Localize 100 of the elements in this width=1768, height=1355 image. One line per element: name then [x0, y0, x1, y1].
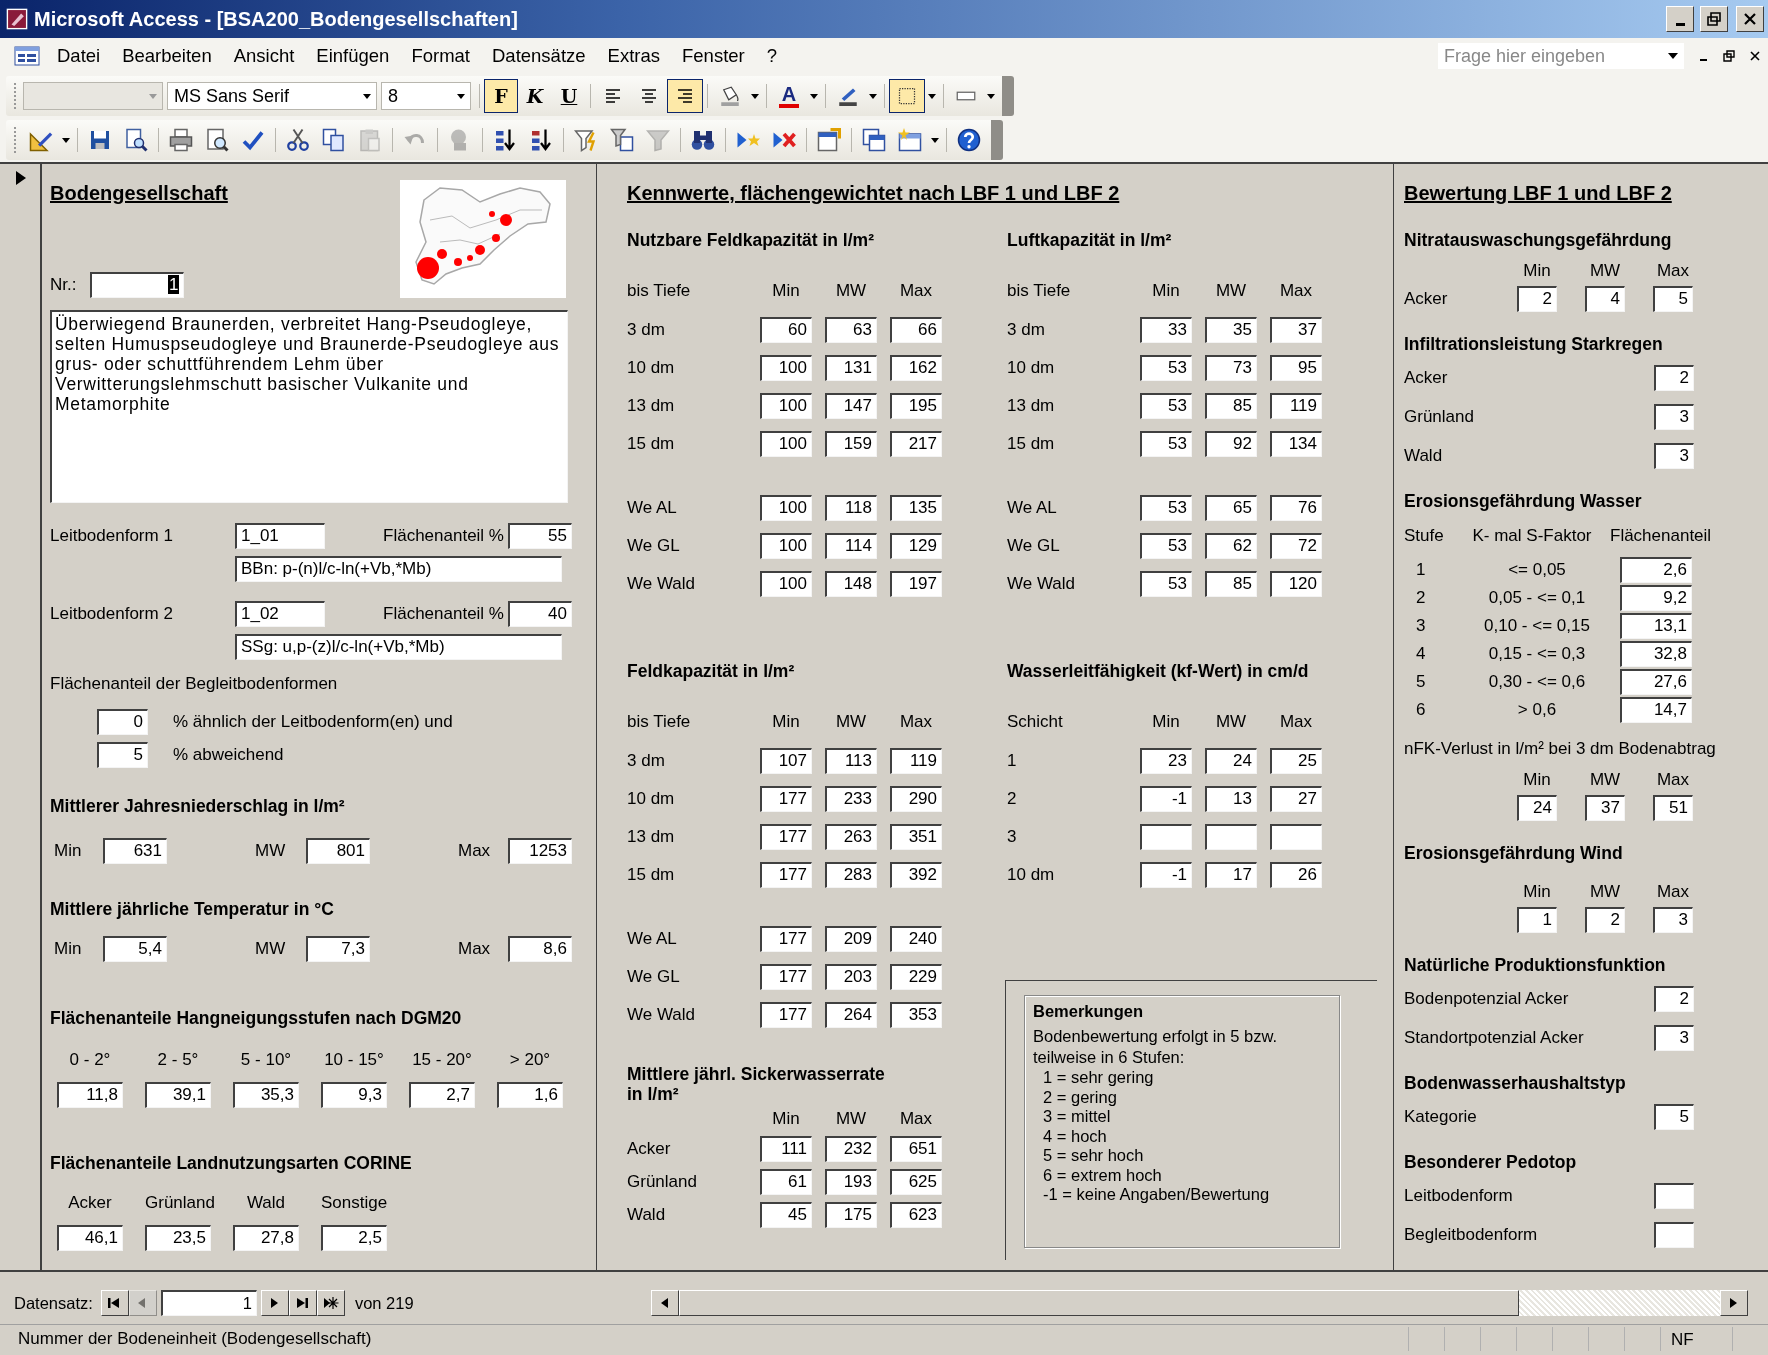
text-field[interactable]: 65	[1205, 495, 1257, 521]
text-field[interactable]: 2	[1517, 286, 1557, 312]
text-field[interactable]: 131	[825, 355, 877, 381]
text-field[interactable]: 119	[1270, 393, 1322, 419]
text-field[interactable]: 147	[825, 393, 877, 419]
last-record-button[interactable]	[288, 1290, 317, 1316]
menu-item[interactable]: Format	[400, 42, 481, 70]
next-record-button[interactable]	[260, 1290, 289, 1316]
horizontal-scrollbar[interactable]	[651, 1290, 1748, 1316]
text-field[interactable]: 46,1	[57, 1225, 123, 1251]
text-field[interactable]: 13,1	[1620, 613, 1692, 639]
first-record-button[interactable]	[100, 1290, 129, 1316]
text-field[interactable]: 73	[1205, 355, 1257, 381]
text-field[interactable]: 3	[1654, 1025, 1694, 1051]
restore-button[interactable]	[1700, 6, 1728, 32]
text-field[interactable]: 39,1	[145, 1082, 211, 1108]
text-field[interactable]: 2,7	[409, 1082, 475, 1108]
menu-item[interactable]: Datensätze	[481, 42, 597, 70]
text-field[interactable]: 119	[890, 748, 942, 774]
text-field[interactable]: -1	[1140, 862, 1192, 888]
text-field[interactable]: 240	[890, 926, 942, 952]
text-field[interactable]: 66	[890, 317, 942, 343]
new-record-button[interactable]	[316, 1290, 345, 1316]
text-field[interactable]: 1	[1517, 907, 1557, 933]
text-field[interactable]: 85	[1205, 393, 1257, 419]
text-field[interactable]: 3	[1653, 907, 1693, 933]
text-field[interactable]: 85	[1205, 571, 1257, 597]
text-field[interactable]: 23	[1140, 748, 1192, 774]
text-field[interactable]: 264	[825, 1002, 877, 1028]
help-search-field[interactable]: Frage hier eingeben	[1438, 43, 1684, 69]
text-field[interactable]: 60	[760, 317, 812, 343]
text-field[interactable]: 233	[825, 786, 877, 812]
text-field[interactable]: 353	[890, 1002, 942, 1028]
text-field[interactable]: 9,3	[321, 1082, 387, 1108]
text-field[interactable]: 195	[890, 393, 942, 419]
text-field[interactable]: 76	[1270, 495, 1322, 521]
text-field[interactable]: 72	[1270, 533, 1322, 559]
text-field[interactable]: SSg: u,p-(z)l/c-ln(+Vb,*Mb)	[235, 634, 562, 660]
minimize-button[interactable]	[1666, 6, 1694, 32]
menu-item[interactable]: Fenster	[671, 42, 756, 70]
text-field[interactable]: 1	[90, 272, 185, 298]
text-field[interactable]: 5	[1654, 1104, 1694, 1130]
text-field[interactable]: 11,8	[57, 1082, 123, 1108]
text-field[interactable]: 290	[890, 786, 942, 812]
text-field[interactable]: 23,5	[145, 1225, 211, 1251]
text-field[interactable]: 114	[825, 533, 877, 559]
text-field[interactable]	[1654, 1222, 1694, 1248]
text-field[interactable]	[1654, 1183, 1694, 1209]
text-field[interactable]: 3	[1654, 443, 1694, 469]
text-field[interactable]: 24	[1517, 795, 1557, 821]
toolbar-handle[interactable]	[14, 127, 17, 153]
text-field[interactable]: 625	[890, 1169, 942, 1195]
underline-button[interactable]: U	[552, 79, 586, 113]
text-field[interactable]: 135	[890, 495, 942, 521]
text-field[interactable]: 8,6	[508, 936, 572, 962]
text-field[interactable]: 53	[1140, 533, 1192, 559]
text-field[interactable]: 217	[890, 431, 942, 457]
text-field[interactable]: 177	[760, 926, 812, 952]
text-field[interactable]: 33	[1140, 317, 1192, 343]
text-field[interactable]: 351	[890, 824, 942, 850]
scroll-right-button[interactable]	[1720, 1290, 1748, 1316]
font-color-button[interactable]: A	[771, 79, 807, 113]
text-field[interactable]: 100	[760, 355, 812, 381]
text-field[interactable]: 100	[760, 533, 812, 559]
text-field[interactable]: 175	[825, 1202, 877, 1228]
text-field[interactable]: 5,4	[103, 936, 167, 962]
text-field[interactable]: 62	[1205, 533, 1257, 559]
text-field[interactable]: 1253	[508, 838, 572, 864]
description-field[interactable]: Überwiegend Braunerden, verbreitet Hang-Pseudogleye, selten Humuspseudogleye und Braunerde-Pseudogleye aus grus- oder schuttführendem Lehm über Verwitterungslehmschutt basischer Vulkanite und Metamorphite	[50, 310, 568, 503]
text-field[interactable]: 100	[760, 431, 812, 457]
text-field[interactable]: 129	[890, 533, 942, 559]
text-field[interactable]: 40	[508, 601, 572, 627]
italic-button[interactable]: K	[518, 79, 552, 113]
text-field[interactable]: 4	[1585, 286, 1625, 312]
text-field[interactable]: 24	[1205, 748, 1257, 774]
text-field[interactable]: 35	[1205, 317, 1257, 343]
text-field[interactable]: 53	[1140, 355, 1192, 381]
text-field[interactable]: 162	[890, 355, 942, 381]
menu-item[interactable]: Einfügen	[305, 42, 401, 70]
text-field[interactable]: 17	[1205, 862, 1257, 888]
text-field[interactable]: 27,8	[233, 1225, 299, 1251]
text-field[interactable]: 177	[760, 862, 812, 888]
form-icon[interactable]	[14, 46, 40, 66]
text-field[interactable]: 32,8	[1620, 641, 1692, 667]
scrollbar-thumb[interactable]	[679, 1290, 1519, 1316]
text-field[interactable]: 100	[760, 495, 812, 521]
text-field[interactable]: 392	[890, 862, 942, 888]
border-style-button[interactable]	[889, 79, 925, 113]
text-field[interactable]: 263	[825, 824, 877, 850]
text-field[interactable]: 0	[97, 709, 148, 735]
text-field[interactable]: 53	[1140, 431, 1192, 457]
text-field[interactable]: 1,6	[497, 1082, 563, 1108]
text-field[interactable]: 134	[1270, 431, 1322, 457]
text-field[interactable]: 7,3	[306, 936, 370, 962]
text-field[interactable]: 623	[890, 1202, 942, 1228]
text-field[interactable]: 2	[1654, 365, 1694, 391]
text-field[interactable]: 5	[1653, 286, 1693, 312]
text-field[interactable]: 177	[760, 786, 812, 812]
text-field[interactable]: 1_01	[235, 523, 325, 549]
text-field[interactable]: 45	[760, 1202, 812, 1228]
